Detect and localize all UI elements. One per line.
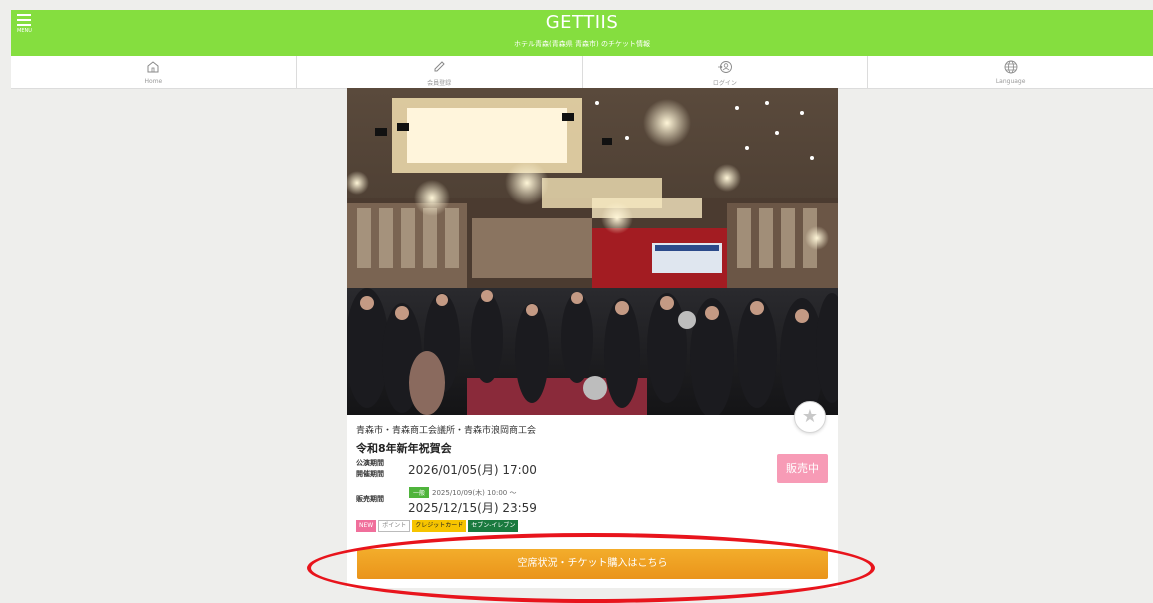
nav-login-label: ログイン <box>712 80 737 87</box>
banquet-hall-image <box>347 88 838 415</box>
site-title[interactable]: GETTIIS <box>11 12 1153 33</box>
login-user-icon <box>717 61 732 73</box>
event-organizer: 青森市・青森商工会議所・青森市浪岡商工会 <box>356 426 537 436</box>
sale-end-date: 2025/12/15(月) 23:59 <box>408 501 537 515</box>
performance-period-label: 公演期間 開催期間 <box>356 459 384 478</box>
nav-register-label: 会員登録 <box>427 80 452 87</box>
home-icon <box>147 61 159 73</box>
nav-home[interactable]: Home <box>11 56 297 88</box>
nav-language[interactable]: Language <box>868 56 1153 88</box>
event-card: ★ 青森市・青森商工会議所・青森市浪岡商工会 令和8年新年祝賀会 公演期間 開催期… <box>347 88 838 588</box>
tag-credit-card: クレジットカード <box>412 520 467 532</box>
nav-login[interactable]: ログイン <box>583 56 869 88</box>
tag-seven-eleven: セブン-イレブン <box>468 520 519 532</box>
favorite-star-icon[interactable]: ★ <box>794 401 826 433</box>
general-sale-tag: 一般 <box>409 487 430 498</box>
pencil-icon <box>434 61 445 72</box>
sale-start-row: 一般 2025/10/09(木) 10:00 ～ <box>409 487 516 498</box>
event-title[interactable]: 令和8年新年祝賀会 <box>356 440 452 456</box>
sale-period-label: 販売期間 <box>356 495 384 503</box>
main-nav: Home 会員登録 ログイン Language <box>11 56 1153 89</box>
nav-register[interactable]: 会員登録 <box>297 56 583 88</box>
venue-subtitle: ホテル青森(青森県 青森市) のチケット情報 <box>514 40 650 48</box>
globe-icon <box>1004 60 1018 74</box>
payment-tags: NEW ポイント クレジットカード セブン-イレブン <box>356 520 519 532</box>
sale-start: 2025/10/09(木) 10:00 ～ <box>432 489 517 497</box>
nav-language-label: Language <box>995 78 1026 85</box>
tag-new: NEW <box>356 520 377 532</box>
site-header: MENU GETTIIS ホテル青森(青森県 青森市) のチケット情報 <box>11 10 1153 56</box>
performance-date: 2026/01/05(月) 17:00 <box>408 463 537 477</box>
event-photo[interactable] <box>347 88 838 415</box>
nav-home-label: Home <box>144 78 163 85</box>
buy-ticket-button[interactable]: 空席状況・チケット購入はこちら <box>357 549 828 579</box>
tag-point: ポイント <box>378 520 411 532</box>
status-badge: 販売中 <box>777 454 828 483</box>
